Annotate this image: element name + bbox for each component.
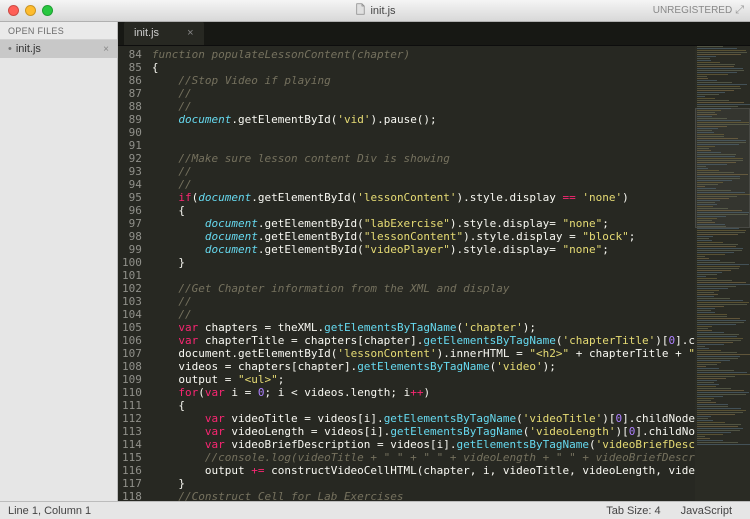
editor-panel: init.js × 848586878889909192939495969798… — [118, 22, 750, 501]
tab-file[interactable]: init.js × — [124, 22, 204, 45]
sidebar-item-label: init.js — [16, 43, 41, 55]
bullet-icon: • — [8, 43, 12, 55]
status-bar: Line 1, Column 1 Tab Size: 4 JavaScript — [0, 501, 750, 519]
window-titlebar: init.js UNREGISTERED ⤢ — [0, 0, 750, 22]
line-gutter: 8485868788899091929394959697989910010110… — [118, 46, 148, 501]
code-content[interactable]: function populateLessonContent(chapter){… — [148, 46, 695, 501]
sidebar: OPEN FILES • init.js × — [0, 22, 118, 501]
traffic-lights — [0, 5, 53, 16]
tab-bar: init.js × — [118, 22, 750, 46]
cursor-position[interactable]: Line 1, Column 1 — [8, 505, 91, 517]
minimize-window-button[interactable] — [25, 5, 36, 16]
tab-size[interactable]: Tab Size: 4 — [596, 505, 670, 517]
expand-icon[interactable]: ⤢ — [735, 4, 744, 17]
tab-label: init.js — [134, 27, 159, 39]
code-area[interactable]: 8485868788899091929394959697989910010110… — [118, 46, 750, 501]
registration-status: UNREGISTERED ⤢ — [653, 4, 750, 17]
minimap[interactable] — [695, 46, 750, 501]
syntax-mode[interactable]: JavaScript — [671, 505, 742, 517]
document-icon — [354, 3, 366, 18]
open-files-header: OPEN FILES — [0, 22, 117, 40]
window-title: init.js — [354, 3, 395, 18]
zoom-window-button[interactable] — [42, 5, 53, 16]
sidebar-item-file[interactable]: • init.js × — [0, 40, 117, 58]
close-tab-icon[interactable]: × — [187, 27, 193, 39]
window-title-text: init.js — [370, 5, 395, 17]
close-window-button[interactable] — [8, 5, 19, 16]
close-file-icon[interactable]: × — [103, 44, 109, 55]
